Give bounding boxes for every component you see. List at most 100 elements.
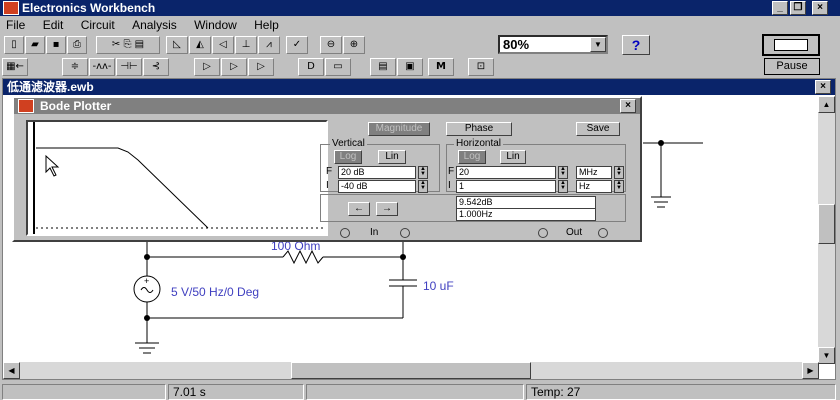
open-folder-icon[interactable]: ▰ [25,36,45,54]
cursor-left-button[interactable]: ← [348,202,370,216]
horizontal-initial-stepper[interactable]: ▲ ▼ [558,180,568,193]
magnitude-button[interactable]: Magnitude [368,122,430,136]
zoom-value: 80% [503,37,530,52]
vertical-initial-field[interactable]: -40 dB [338,180,416,193]
scroll-right-icon[interactable]: ▶ [802,362,819,379]
print-icon[interactable]: ⎙ [67,36,87,54]
main-toolbar: ▯ ▰ ▪ ⎙ ✂ ⎘ ▤ ◺ ◭ ◁ ⊥ ⩘ ✓ ⊖ ⊕ [0,34,840,56]
out-plus-terminal[interactable] [598,228,608,238]
horizontal-lin-button[interactable]: Lin [500,150,526,164]
instruments-bin-icon[interactable]: ⊡ [468,58,494,76]
bode-plot-display[interactable] [26,120,328,236]
vertical-log-button[interactable]: Log [334,150,362,164]
controls-bin-icon[interactable]: ▣ [397,58,423,76]
document-title: 低通滤波器.ewb [7,80,94,94]
cut-copy-paste-icons[interactable]: ✂ ⎘ ▤ [96,36,160,54]
horizontal-final-unit-stepper[interactable]: ▲ ▼ [614,166,624,179]
new-file-icon[interactable]: ▯ [4,36,24,54]
circuit-node [144,254,150,260]
transistors-bin-icon[interactable]: ⊰ [143,58,169,76]
miscellaneous-bin-icon[interactable]: M [428,58,454,76]
horizontal-initial-unit-stepper[interactable]: ▲ ▼ [614,180,624,193]
vertical-label: Vertical [330,138,367,149]
menu-circuit[interactable]: Circuit [81,18,115,32]
in-plus-terminal[interactable] [400,228,410,238]
graph-icon[interactable]: ⩘ [258,36,280,54]
close-button[interactable]: × [812,1,828,15]
digital-ic-bin-icon[interactable]: ▷ [248,58,274,76]
bode-title-bar: Bode Plotter × [14,98,640,114]
horizontal-final-label: F [448,166,455,177]
bode-title: Bode Plotter [40,99,112,113]
component-properties-icon[interactable]: ✓ [286,36,308,54]
in-minus-terminal[interactable] [340,228,350,238]
vertical-scroll-thumb[interactable] [818,204,835,244]
favorites-bin-icon[interactable]: ▦← [2,58,28,76]
mixed-ic-bin-icon[interactable]: ▷ [221,58,247,76]
vertical-initial-stepper[interactable]: ▲ ▼ [418,180,428,193]
help-button[interactable]: ? [622,35,650,55]
pause-button[interactable]: Pause [764,58,820,75]
flip-vertical-icon[interactable]: ◭ [189,36,211,54]
document-close-button[interactable]: × [815,80,831,94]
analog-ic-bin-icon[interactable]: ▷ [194,58,220,76]
bode-close-button[interactable]: × [620,99,636,113]
scroll-down-icon[interactable]: ▼ [818,347,835,364]
digital-bin-icon[interactable]: ▭ [325,58,351,76]
flip-horizontal-icon[interactable]: ◁ [212,36,234,54]
circuit-node [400,254,406,260]
out-minus-terminal[interactable] [538,228,548,238]
diodes-bin-icon[interactable]: ⊣⊢ [116,58,142,76]
vertical-final-field[interactable]: 20 dB [338,166,416,179]
parts-bin-toolbar: ▦← ≑ -ʌʌ- ⊣⊢ ⊰ ▷ ▷ ▷ D ▭ ▤ ▣ M ⊡ [0,56,840,78]
chevron-down-icon[interactable]: ▼ [590,37,606,52]
horizontal-initial-label: I [448,180,451,191]
vertical-final-stepper[interactable]: ▲ ▼ [418,166,428,179]
logic-gates-bin-icon[interactable]: D [298,58,324,76]
menu-edit[interactable]: Edit [43,18,64,32]
save-disk-icon[interactable]: ▪ [46,36,66,54]
capacitor-label: 10 uF [423,279,454,293]
zoom-out-icon[interactable]: ⊖ [320,36,342,54]
subcircuit-icon[interactable]: ⊥ [235,36,257,54]
menu-window[interactable]: Window [194,18,237,32]
status-blank [306,384,524,400]
vertical-lin-button[interactable]: Lin [378,150,406,164]
horizontal-initial-unit[interactable]: Hz [576,180,612,193]
status-bar: 7.01 s Temp: 27 [0,382,840,400]
minimize-button[interactable]: _ [772,1,788,15]
zoom-in-icon[interactable]: ⊕ [343,36,365,54]
out-label: Out [566,227,583,238]
scroll-left-icon[interactable]: ◀ [3,362,20,379]
horizontal-initial-field[interactable]: 1 [456,180,556,193]
horizontal-final-stepper[interactable]: ▲ ▼ [558,166,568,179]
menu-file[interactable]: File [6,18,25,32]
horizontal-label: Horizontal [454,138,504,149]
horizontal-scrollbar[interactable]: ◀ ▶ [3,362,819,379]
document-title-bar: 低通滤波器.ewb × [3,79,835,95]
horizontal-final-field[interactable]: 20 [456,166,556,179]
bode-icon [18,99,34,113]
indicators-bin-icon[interactable]: ▤ [370,58,396,76]
phase-button[interactable]: Phase [446,122,512,136]
zoom-select[interactable]: 80% ▼ [498,35,608,54]
rotate-icon[interactable]: ◺ [166,36,188,54]
menu-analysis[interactable]: Analysis [132,18,177,32]
cursor-right-button[interactable]: → [376,202,398,216]
bode-magnitude-curve [33,122,326,234]
vertical-scrollbar[interactable]: ▲ ▼ [818,96,835,364]
vertical-initial-label: I [326,180,329,191]
scroll-up-icon[interactable]: ▲ [818,96,835,113]
bode-save-button[interactable]: Save [576,122,620,136]
status-message [2,384,166,400]
sources-bin-icon[interactable]: ≑ [62,58,88,76]
horizontal-scroll-thumb[interactable] [291,362,531,379]
horizontal-final-unit[interactable]: MHz [576,166,612,179]
power-switch[interactable] [762,34,820,56]
basic-bin-icon[interactable]: -ʌʌ- [89,58,115,76]
bode-plotter-window: Bode Plotter × Magnitude Phase Save Vert… [12,96,642,242]
menu-help[interactable]: Help [254,18,279,32]
status-time: 7.01 s [168,384,304,400]
horizontal-log-button[interactable]: Log [458,150,486,164]
restore-button[interactable]: ❐ [790,1,806,15]
